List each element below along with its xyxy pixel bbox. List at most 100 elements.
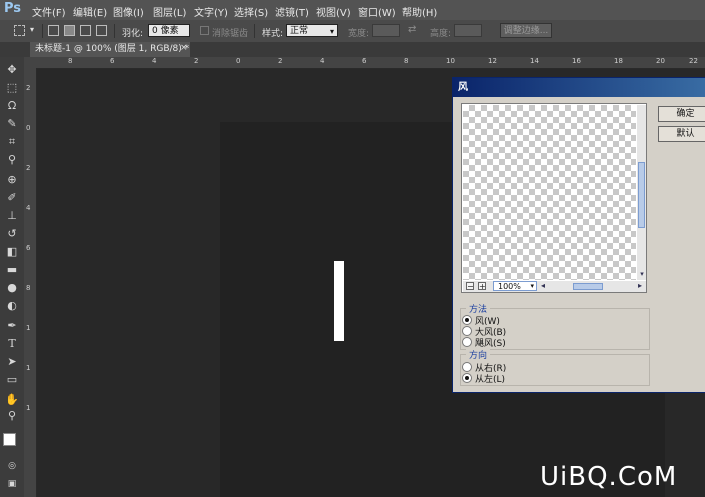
separator xyxy=(42,24,43,38)
ruler-horizontal: 8 6 4 2 0 2 4 6 8 10 12 14 16 18 20 22 xyxy=(24,57,705,69)
menu-image[interactable]: 图像(I) xyxy=(113,4,144,19)
radio-button[interactable] xyxy=(462,362,472,372)
brush-tool-icon[interactable]: ✐ xyxy=(5,191,19,205)
marquee-tool-icon[interactable]: ⬚ xyxy=(5,81,19,95)
width-input[interactable] xyxy=(372,24,400,37)
canvas-white-bar xyxy=(334,261,344,341)
toolbox: ✥ ⬚ ᘯ ✎ ⌗ ⚲ ⊕ ✐ ⊥ ↺ ◧ ▬ ● ◐ ✒ T ➤ ▭ ✋ ⚲ … xyxy=(0,57,25,497)
ruler-label: 1 xyxy=(26,364,31,372)
direction-option-from-left[interactable]: 从左(L) xyxy=(462,372,505,385)
zoom-in-button[interactable]: + xyxy=(478,282,486,291)
gradient-tool-icon[interactable]: ▬ xyxy=(5,263,19,277)
transparency-checkerboard xyxy=(463,105,636,280)
subtract-from-selection-icon[interactable] xyxy=(80,25,91,36)
ruler-label: 22 xyxy=(689,57,698,65)
pen-tool-icon[interactable]: ✒ xyxy=(5,319,19,333)
tool-preset-dropdown-icon[interactable]: ▾ xyxy=(30,25,34,34)
ruler-label: 4 xyxy=(152,57,157,65)
type-tool-icon[interactable]: T xyxy=(5,337,19,351)
feather-input[interactable]: 0 像素 xyxy=(148,24,190,37)
menu-filter[interactable]: 滤镜(T) xyxy=(275,4,309,19)
watermark: UiBQ.CoM xyxy=(540,462,678,492)
healing-brush-tool-icon[interactable]: ⊕ xyxy=(5,173,19,187)
style-select[interactable]: 正常 ▾ xyxy=(286,24,338,37)
ruler-label: 4 xyxy=(26,204,31,212)
ruler-label: 4 xyxy=(320,57,325,65)
ruler-vertical: 2 0 2 4 6 8 1 1 1 xyxy=(24,68,37,497)
path-selection-tool-icon[interactable]: ➤ xyxy=(5,355,19,369)
ruler-label: 0 xyxy=(236,57,241,65)
menu-window[interactable]: 窗口(W) xyxy=(358,4,396,19)
height-input[interactable] xyxy=(454,24,482,37)
close-icon[interactable]: × xyxy=(180,43,188,53)
quick-select-tool-icon[interactable]: ✎ xyxy=(5,117,19,131)
radio-button[interactable] xyxy=(462,326,472,336)
zoom-level-field[interactable]: 100% ▾ xyxy=(493,281,537,291)
menu-select[interactable]: 选择(S) xyxy=(234,4,268,19)
zoom-out-button[interactable]: − xyxy=(466,282,474,291)
wind-filter-dialog: 风 ▾ − + 100% ▾ ◂ ▸ 确定 默认 方法 风(W) 大风(B) 飓风… xyxy=(452,77,705,393)
refine-edge-button[interactable]: 调整边缘... xyxy=(500,23,552,38)
blur-tool-icon[interactable]: ● xyxy=(5,281,19,295)
ruler-label: 8 xyxy=(68,57,73,65)
screen-mode-icon[interactable]: ▣ xyxy=(5,477,19,491)
radio-button[interactable] xyxy=(462,337,472,347)
ruler-label: 12 xyxy=(488,57,497,65)
ruler-label: 16 xyxy=(572,57,581,65)
menu-view[interactable]: 视图(V) xyxy=(316,4,351,19)
zoom-tool-icon[interactable]: ⚲ xyxy=(5,409,19,423)
move-tool-icon[interactable]: ✥ xyxy=(5,63,19,77)
style-label: 样式: xyxy=(262,29,284,39)
separator xyxy=(114,24,115,38)
hand-tool-icon[interactable]: ✋ xyxy=(5,393,19,407)
lasso-tool-icon[interactable]: ᘯ xyxy=(5,99,19,113)
separator xyxy=(254,24,255,38)
clone-stamp-tool-icon[interactable]: ⊥ xyxy=(5,209,19,223)
menu-help[interactable]: 帮助(H) xyxy=(402,4,437,19)
ruler-label: 1 xyxy=(26,404,31,412)
scrollbar-thumb[interactable] xyxy=(638,162,645,228)
height-label: 高度: xyxy=(430,29,452,39)
swap-dimensions-icon[interactable]: ⇄ xyxy=(408,24,416,35)
document-tab[interactable]: 未标题-1 @ 100% (图层 1, RGB/8) * xyxy=(30,42,190,57)
foreground-color-swatch[interactable] xyxy=(3,433,16,446)
menu-edit[interactable]: 编辑(E) xyxy=(73,4,107,19)
menu-type[interactable]: 文字(Y) xyxy=(194,4,228,19)
radio-button[interactable] xyxy=(462,373,472,383)
dialog-title[interactable]: 风 xyxy=(453,78,705,97)
chevron-down-icon: ▾ xyxy=(530,282,534,290)
ruler-label: 0 xyxy=(26,124,31,132)
feather-label: 羽化: xyxy=(122,29,144,39)
marquee-tool-icon[interactable] xyxy=(14,25,25,36)
quick-mask-icon[interactable]: ◎ xyxy=(5,459,19,473)
ok-button[interactable]: 确定 xyxy=(658,106,705,122)
radio-button[interactable] xyxy=(462,315,472,325)
chevron-down-icon[interactable]: ▾ xyxy=(638,270,646,279)
menu-layer[interactable]: 图层(L) xyxy=(153,4,186,19)
ruler-label: 8 xyxy=(404,57,409,65)
default-button[interactable]: 默认 xyxy=(658,126,705,142)
chevron-left-icon[interactable]: ◂ xyxy=(541,281,545,290)
menu-file[interactable]: 文件(F) xyxy=(32,4,66,19)
eraser-tool-icon[interactable]: ◧ xyxy=(5,245,19,259)
ruler-label: 6 xyxy=(362,57,367,65)
intersect-selection-icon[interactable] xyxy=(96,25,107,36)
antialias-checkbox[interactable] xyxy=(200,26,209,35)
filter-preview[interactable]: ▾ − + 100% ▾ ◂ ▸ xyxy=(461,103,647,293)
ruler-label: 2 xyxy=(26,164,31,172)
chevron-right-icon[interactable]: ▸ xyxy=(638,281,642,290)
style-select-value: 正常 xyxy=(290,26,309,36)
new-selection-icon[interactable] xyxy=(48,25,59,36)
preview-horizontal-scrollbar-thumb[interactable] xyxy=(573,283,603,290)
rectangle-tool-icon[interactable]: ▭ xyxy=(5,373,19,387)
dodge-tool-icon[interactable]: ◐ xyxy=(5,299,19,313)
photoshop-logo: Ps xyxy=(4,1,22,16)
eyedropper-tool-icon[interactable]: ⚲ xyxy=(5,153,19,167)
direction-legend: 方向 xyxy=(466,348,491,361)
add-to-selection-icon[interactable] xyxy=(64,25,75,36)
history-brush-tool-icon[interactable]: ↺ xyxy=(5,227,19,241)
ruler-label: 2 xyxy=(278,57,283,65)
crop-tool-icon[interactable]: ⌗ xyxy=(5,135,19,149)
ruler-label: 20 xyxy=(656,57,665,65)
preview-controls: − + 100% ▾ ◂ ▸ xyxy=(463,281,646,292)
